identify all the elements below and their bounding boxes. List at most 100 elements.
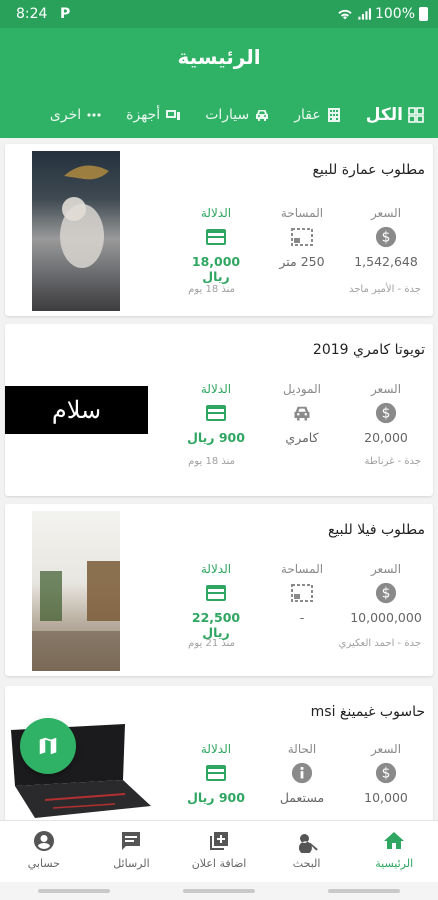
dollar-icon: $ <box>375 762 397 784</box>
ad-card[interactable]: مطلوب فيلا للبيع السعر $ 10,000,000 المس… <box>5 504 433 676</box>
car-icon <box>294 406 310 421</box>
commission-label: الدلالة <box>200 382 232 396</box>
nav-account[interactable]: حسابي <box>0 821 88 882</box>
home-icon <box>384 832 405 849</box>
tab-label: اخرى <box>49 107 82 123</box>
app-bar: الرئيسية <box>0 28 438 92</box>
nav-messages[interactable]: الرسائل <box>88 821 176 882</box>
tab-real-estate[interactable]: عقار <box>294 107 341 123</box>
area-column: المساحة 250 متر <box>265 206 339 269</box>
ad-photo[interactable] <box>32 151 120 311</box>
dollar-icon: $ <box>375 226 397 248</box>
page-title: الرئيسية <box>177 45 261 69</box>
svg-text:$: $ <box>382 586 391 602</box>
model-label: الموديل <box>283 382 321 396</box>
tab-others[interactable]: اخرى <box>50 107 102 123</box>
tab-all[interactable]: الكل <box>366 105 424 125</box>
photo-caption: سلام <box>51 396 102 424</box>
system-pill <box>328 889 400 893</box>
commission-column: الدلالة 900 ريال <box>179 382 253 445</box>
add-box-icon <box>210 832 229 850</box>
wifi-icon <box>338 9 352 20</box>
card-icon <box>206 229 226 245</box>
car-icon <box>256 110 269 121</box>
ad-age: منذ 21 يوم <box>188 638 235 649</box>
system-pill <box>183 889 255 893</box>
condition-label: الحالة <box>287 742 317 756</box>
area-column: المساحة - <box>265 562 339 625</box>
area-label: المساحة <box>280 562 324 576</box>
nav-label: اضافة اعلان <box>191 857 247 870</box>
card-icon <box>206 765 226 781</box>
nav-label: الرئيسية <box>375 857 414 870</box>
nav-add-ad[interactable]: اضافة اعلان <box>175 821 263 882</box>
commission-value: 900 ريال <box>187 430 245 445</box>
price-column: السعر $ 10,000,000 <box>349 562 423 625</box>
price-value: 10,000 <box>364 790 408 805</box>
ad-age: منذ 18 يوم <box>188 284 235 295</box>
price-value: 20,000 <box>364 430 408 445</box>
tab-cars[interactable]: سيارات <box>205 107 270 123</box>
system-pill <box>38 889 110 893</box>
ad-title: مطلوب عمارة للبيع <box>312 162 425 178</box>
chat-icon <box>122 832 141 850</box>
category-tabs: الكل عقار سيارات أجهزة اخرى <box>0 92 438 138</box>
commission-value: 900 ريال <box>187 790 245 805</box>
search-icon <box>298 834 318 853</box>
commission-column: الدلالة 22,500 ريال <box>179 562 253 640</box>
nav-home[interactable]: الرئيسية <box>350 821 438 882</box>
cat-figure <box>60 165 109 268</box>
price-label: السعر <box>370 206 402 220</box>
ad-card[interactable]: تويوتا كامري 2019 السعر $ 20,000 الموديل… <box>5 324 433 496</box>
area-icon <box>291 584 313 602</box>
tab-label: سيارات <box>205 107 250 123</box>
card-icon <box>206 405 226 421</box>
ad-card[interactable]: مطلوب عمارة للبيع السعر $ 1,542,648 المس… <box>5 144 433 316</box>
commission-label: الدلالة <box>200 562 232 576</box>
nav-label: الرسائل <box>113 857 150 870</box>
more-horizontal-icon <box>87 113 101 117</box>
ads-feed[interactable]: مطلوب عمارة للبيع السعر $ 1,542,648 المس… <box>0 138 438 820</box>
status-bar: 8:24 P 100% <box>0 0 438 28</box>
ad-title: مطلوب فيلا للبيع <box>327 522 425 538</box>
svg-text:$: $ <box>382 766 391 782</box>
ad-photo[interactable]: سلام <box>5 386 148 434</box>
ad-photo[interactable] <box>32 511 120 671</box>
battery-level: 100% <box>374 6 415 22</box>
ad-age: منذ 18 يوم <box>188 456 235 467</box>
devices-icon <box>166 110 181 120</box>
nav-label: حسابي <box>27 857 60 870</box>
dollar-icon: $ <box>375 582 397 604</box>
tab-devices[interactable]: أجهزة <box>126 107 181 123</box>
svg-text:$: $ <box>382 406 391 422</box>
nav-search[interactable]: البحث <box>263 821 351 882</box>
commission-label: الدلالة <box>200 742 232 756</box>
tab-label: أجهزة <box>126 107 161 123</box>
price-label: السعر <box>370 562 402 576</box>
commission-value: 22,500 ريال <box>191 610 241 640</box>
account-icon <box>33 831 54 851</box>
ad-location: جدة - الأمير ماجد <box>348 284 421 295</box>
map-fab-button[interactable] <box>20 718 76 774</box>
price-column: السعر $ 20,000 <box>349 382 423 445</box>
building-icon <box>327 108 340 122</box>
notification-icon: P <box>60 6 71 22</box>
commission-label: الدلالة <box>200 206 232 220</box>
dollar-icon: $ <box>375 402 397 424</box>
area-value: - <box>299 610 305 625</box>
area-icon <box>291 228 313 246</box>
price-label: السعر <box>370 382 402 396</box>
area-value: 250 متر <box>279 254 325 269</box>
ad-location: جدة - احمد العكيري <box>338 638 421 649</box>
ad-title: حاسوب غيمينغ msi <box>310 704 425 720</box>
commission-column: الدلالة 900 ريال <box>179 742 253 805</box>
svg-text:$: $ <box>382 230 391 246</box>
bottom-navigation: الرئيسية البحث اضافة اعلان الرسائل حسابي <box>0 820 438 882</box>
area-label: المساحة <box>280 206 324 220</box>
commission-column: الدلالة 18,000 ريال <box>179 206 253 284</box>
info-icon <box>291 762 313 784</box>
price-value: 1,542,648 <box>354 254 418 269</box>
ad-title: تويوتا كامري 2019 <box>312 342 425 358</box>
tab-label: عقار <box>294 107 321 123</box>
model-column: الموديل كامري <box>265 382 339 445</box>
